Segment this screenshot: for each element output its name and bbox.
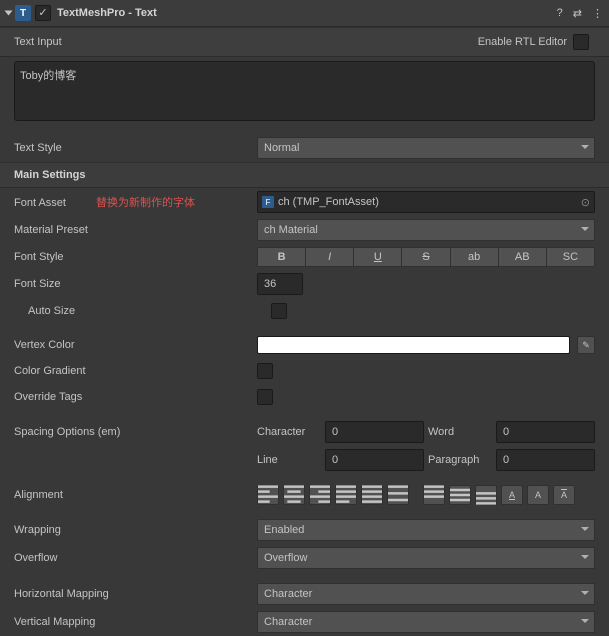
text-input-bar: Text Input Enable RTL Editor bbox=[0, 27, 609, 57]
align-capline[interactable]: A bbox=[553, 485, 575, 505]
text-input-area[interactable] bbox=[14, 61, 595, 121]
spacing-line-label: Line bbox=[257, 454, 317, 466]
vertex-color-field[interactable] bbox=[257, 336, 570, 354]
font-size-input[interactable]: 36 bbox=[257, 273, 303, 295]
foldout-icon[interactable] bbox=[5, 11, 13, 16]
spacing-char-input[interactable]: 0 bbox=[325, 421, 424, 443]
h-mapping-dropdown[interactable]: Character bbox=[257, 583, 595, 605]
align-right[interactable] bbox=[309, 485, 331, 505]
wrapping-label: Wrapping bbox=[14, 524, 257, 536]
font-size-label: Font Size bbox=[14, 278, 257, 290]
main-settings-header[interactable]: Main Settings bbox=[0, 162, 609, 188]
align-left[interactable] bbox=[257, 485, 279, 505]
color-gradient-label: Color Gradient bbox=[14, 365, 257, 377]
vertex-color-label: Vertex Color bbox=[14, 339, 257, 351]
align-middle[interactable] bbox=[449, 485, 471, 505]
font-asset-annotation: 替换为新制作的字体 bbox=[96, 197, 195, 209]
enable-rtl-checkbox[interactable] bbox=[573, 34, 589, 50]
spacing-word-label: Word bbox=[428, 426, 488, 438]
overflow-label: Overflow bbox=[14, 552, 257, 564]
component-header[interactable]: T TextMeshPro - Text ? ⇄ ⋮ bbox=[0, 0, 609, 27]
overflow-dropdown[interactable]: Overflow bbox=[257, 547, 595, 569]
font-style-group: B I U S ab AB SC bbox=[257, 247, 595, 267]
align-baseline[interactable]: A bbox=[501, 485, 523, 505]
v-mapping-label: Vertical Mapping bbox=[14, 616, 257, 628]
preset-icon[interactable]: ⇄ bbox=[573, 7, 582, 20]
align-top[interactable] bbox=[423, 485, 445, 505]
align-center[interactable] bbox=[283, 485, 305, 505]
wrapping-dropdown[interactable]: Enabled bbox=[257, 519, 595, 541]
material-preset-dropdown[interactable]: ch Material bbox=[257, 219, 595, 241]
spacing-para-input[interactable]: 0 bbox=[496, 449, 595, 471]
override-tags-checkbox[interactable] bbox=[257, 389, 273, 405]
font-style-label: Font Style bbox=[14, 251, 257, 263]
font-style-strike[interactable]: S bbox=[401, 247, 449, 267]
auto-size-checkbox[interactable] bbox=[271, 303, 287, 319]
material-preset-label: Material Preset bbox=[14, 224, 257, 236]
inspector-panel: T TextMeshPro - Text ? ⇄ ⋮ Text Input En… bbox=[0, 0, 609, 636]
text-input-label: Text Input bbox=[14, 36, 62, 48]
color-gradient-checkbox[interactable] bbox=[257, 363, 273, 379]
font-style-uppercase[interactable]: AB bbox=[498, 247, 546, 267]
spacing-para-label: Paragraph bbox=[428, 454, 488, 466]
enable-checkbox[interactable] bbox=[35, 5, 51, 21]
align-geo[interactable] bbox=[387, 485, 409, 505]
enable-rtl-label: Enable RTL Editor bbox=[478, 36, 567, 48]
align-midline[interactable]: A bbox=[527, 485, 549, 505]
v-mapping-dropdown[interactable]: Character bbox=[257, 611, 595, 633]
spacing-label: Spacing Options (em) bbox=[14, 426, 257, 438]
font-asset-label: Font Asset替换为新制作的字体 bbox=[14, 194, 257, 210]
font-style-bold[interactable]: B bbox=[257, 247, 305, 267]
font-style-underline[interactable]: U bbox=[353, 247, 401, 267]
h-mapping-label: Horizontal Mapping bbox=[14, 588, 257, 600]
spacing-line-input[interactable]: 0 bbox=[325, 449, 424, 471]
spacing-char-label: Character bbox=[257, 426, 317, 438]
align-bottom[interactable] bbox=[475, 485, 497, 505]
font-asset-field[interactable]: Fch (TMP_FontAsset) bbox=[257, 191, 595, 213]
font-style-italic[interactable]: I bbox=[305, 247, 353, 267]
component-title: TextMeshPro - Text bbox=[57, 7, 557, 19]
font-style-lowercase[interactable]: ab bbox=[450, 247, 498, 267]
eyedropper-icon[interactable]: ✎ bbox=[577, 336, 595, 354]
menu-icon[interactable]: ⋮ bbox=[592, 7, 603, 20]
spacing-word-input[interactable]: 0 bbox=[496, 421, 595, 443]
text-style-label: Text Style bbox=[14, 142, 257, 154]
align-justify[interactable] bbox=[335, 485, 357, 505]
text-style-dropdown[interactable]: Normal bbox=[257, 137, 595, 159]
override-tags-label: Override Tags bbox=[14, 391, 257, 403]
font-style-smallcaps[interactable]: SC bbox=[546, 247, 595, 267]
tmp-type-icon: T bbox=[15, 5, 31, 21]
help-icon[interactable]: ? bbox=[557, 7, 563, 20]
align-flush[interactable] bbox=[361, 485, 383, 505]
alignment-label: Alignment bbox=[14, 489, 257, 501]
auto-size-label: Auto Size bbox=[14, 305, 271, 317]
